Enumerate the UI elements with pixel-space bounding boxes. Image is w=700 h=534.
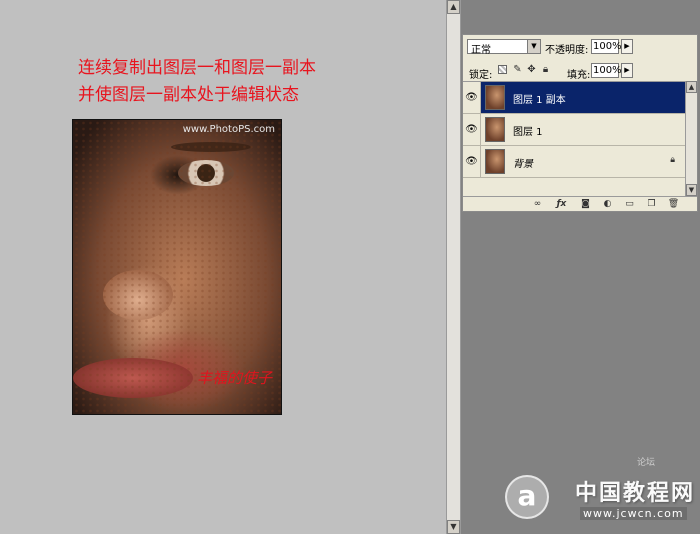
mask-icon[interactable]: ◙: [579, 198, 592, 210]
layer-name: 图层 1 副本: [513, 95, 566, 106]
document-canvas-area: 连续复制出图层一和图层一副本 并使图层一副本处于编辑状态 www.PhotoPS…: [0, 0, 446, 534]
fx-icon[interactable]: ƒx: [555, 198, 568, 210]
annotation-text-line2: 并使图层一副本处于编辑状态: [78, 85, 299, 105]
fill-slider-arrow-icon[interactable]: ▶: [621, 63, 633, 78]
lock-all-icon[interactable]: 🔒︎: [540, 64, 551, 75]
scroll-up-arrow-icon[interactable]: ▲: [686, 81, 697, 93]
scroll-down-arrow-icon[interactable]: ▼: [686, 184, 697, 196]
layer-row-background[interactable]: 👁︎ 背景 🔒︎: [463, 146, 685, 178]
opacity-input[interactable]: 100%: [591, 39, 622, 54]
layer-list-scrollbar[interactable]: ▲ ▼: [685, 81, 697, 196]
opacity-slider-arrow-icon[interactable]: ▶: [621, 39, 633, 54]
layers-panel: 正常 ▼ 不透明度: 100% ▶ 锁定: ✎ ✥ 🔒︎ 填充: 100% ▶ …: [462, 34, 698, 212]
fill-label: 填充:: [567, 70, 591, 81]
photo-signature: 丰福的使子: [197, 369, 273, 387]
lock-position-move-icon[interactable]: ✥: [526, 64, 537, 75]
eye-icon[interactable]: 👁︎: [463, 114, 481, 145]
lock-transparent-pixels-icon[interactable]: [498, 65, 507, 74]
background-lock-icon: 🔒︎: [670, 155, 675, 165]
eye-icon[interactable]: 👁︎: [463, 146, 481, 177]
photo-watermark: www.PhotoPS.com: [182, 124, 275, 135]
new-layer-icon[interactable]: ❐: [645, 198, 658, 210]
blend-mode-value: 正常: [471, 45, 491, 56]
folder-icon[interactable]: ▭: [623, 198, 636, 210]
layer-row-1[interactable]: 👁︎ 图层 1: [463, 114, 685, 146]
scroll-down-arrow-icon[interactable]: ▼: [447, 520, 460, 534]
at-sign-logo-icon: a: [505, 475, 549, 519]
layers-panel-toolbar: ∞ ƒx ◙ ◐ ▭ ❐ 🗑︎: [463, 196, 697, 211]
lock-image-pixels-brush-icon[interactable]: ✎: [512, 64, 523, 75]
chevron-down-icon[interactable]: ▼: [527, 40, 540, 53]
fill-input[interactable]: 100%: [591, 63, 622, 78]
link-icon[interactable]: ∞: [531, 198, 544, 210]
logo-title: 中国教程网: [575, 481, 696, 506]
layer-thumbnail[interactable]: [485, 149, 505, 174]
layer-list: 👁︎ 图层 1 副本 👁︎ 图层 1 👁︎ 背景 🔒︎: [463, 81, 685, 197]
logo-tag: 论坛: [637, 458, 656, 468]
adjustment-icon[interactable]: ◐: [601, 198, 614, 210]
annotation-text-line1: 连续复制出图层一和图层一副本: [78, 58, 316, 78]
canvas-vertical-scrollbar[interactable]: ▲ ▼: [446, 0, 461, 534]
opacity-label: 不透明度:: [545, 45, 589, 56]
eye-icon[interactable]: 👁︎: [463, 82, 481, 113]
scroll-up-arrow-icon[interactable]: ▲: [447, 0, 460, 14]
layer-thumbnail[interactable]: [485, 85, 505, 110]
lock-label: 锁定:: [469, 70, 493, 81]
site-logo: 论坛 a 中国教程网 www.jcwcn.com: [505, 455, 697, 531]
layer-name: 背景: [513, 159, 533, 170]
layer-thumbnail[interactable]: [485, 117, 505, 142]
logo-url: www.jcwcn.com: [580, 507, 687, 520]
layer-row-copy[interactable]: 👁︎ 图层 1 副本: [463, 82, 685, 114]
trash-icon[interactable]: 🗑︎: [667, 198, 680, 210]
portrait-photo[interactable]: www.PhotoPS.com 丰福的使子: [72, 119, 282, 415]
layer-name: 图层 1: [513, 127, 543, 138]
blend-mode-select[interactable]: 正常 ▼: [467, 39, 541, 56]
